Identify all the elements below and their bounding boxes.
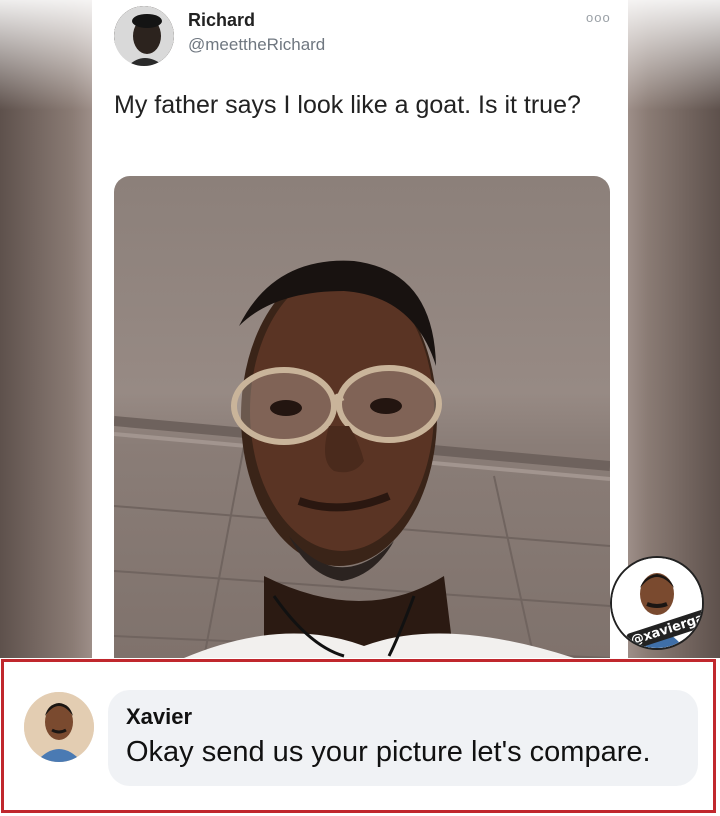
comment-text: Okay send us your picture let's compare. (126, 736, 651, 768)
comment-author-avatar[interactable] (24, 692, 94, 762)
selfie-illustration (114, 260, 610, 658)
tweet-author-avatar[interactable] (114, 6, 174, 66)
comment-bubble[interactable]: Xavier Okay send us your picture let's c… (108, 690, 698, 786)
comment-panel: Xavier Okay send us your picture let's c… (1, 659, 716, 813)
tweet-author-handle[interactable]: @meettheRichard (188, 35, 325, 55)
tweet-author-name[interactable]: Richard (188, 10, 255, 31)
comment-author-name[interactable]: Xavier (126, 704, 192, 730)
more-options-icon[interactable]: ooo (586, 10, 611, 25)
watermark-badge: @xaviergazm (610, 556, 704, 650)
tweet-photo[interactable] (114, 176, 610, 658)
tweet-text: My father says I look like a goat. Is it… (114, 91, 581, 119)
tweet-card: Richard @meettheRichard ooo My father sa… (92, 0, 628, 658)
meme-image: Richard @meettheRichard ooo My father sa… (0, 0, 720, 658)
